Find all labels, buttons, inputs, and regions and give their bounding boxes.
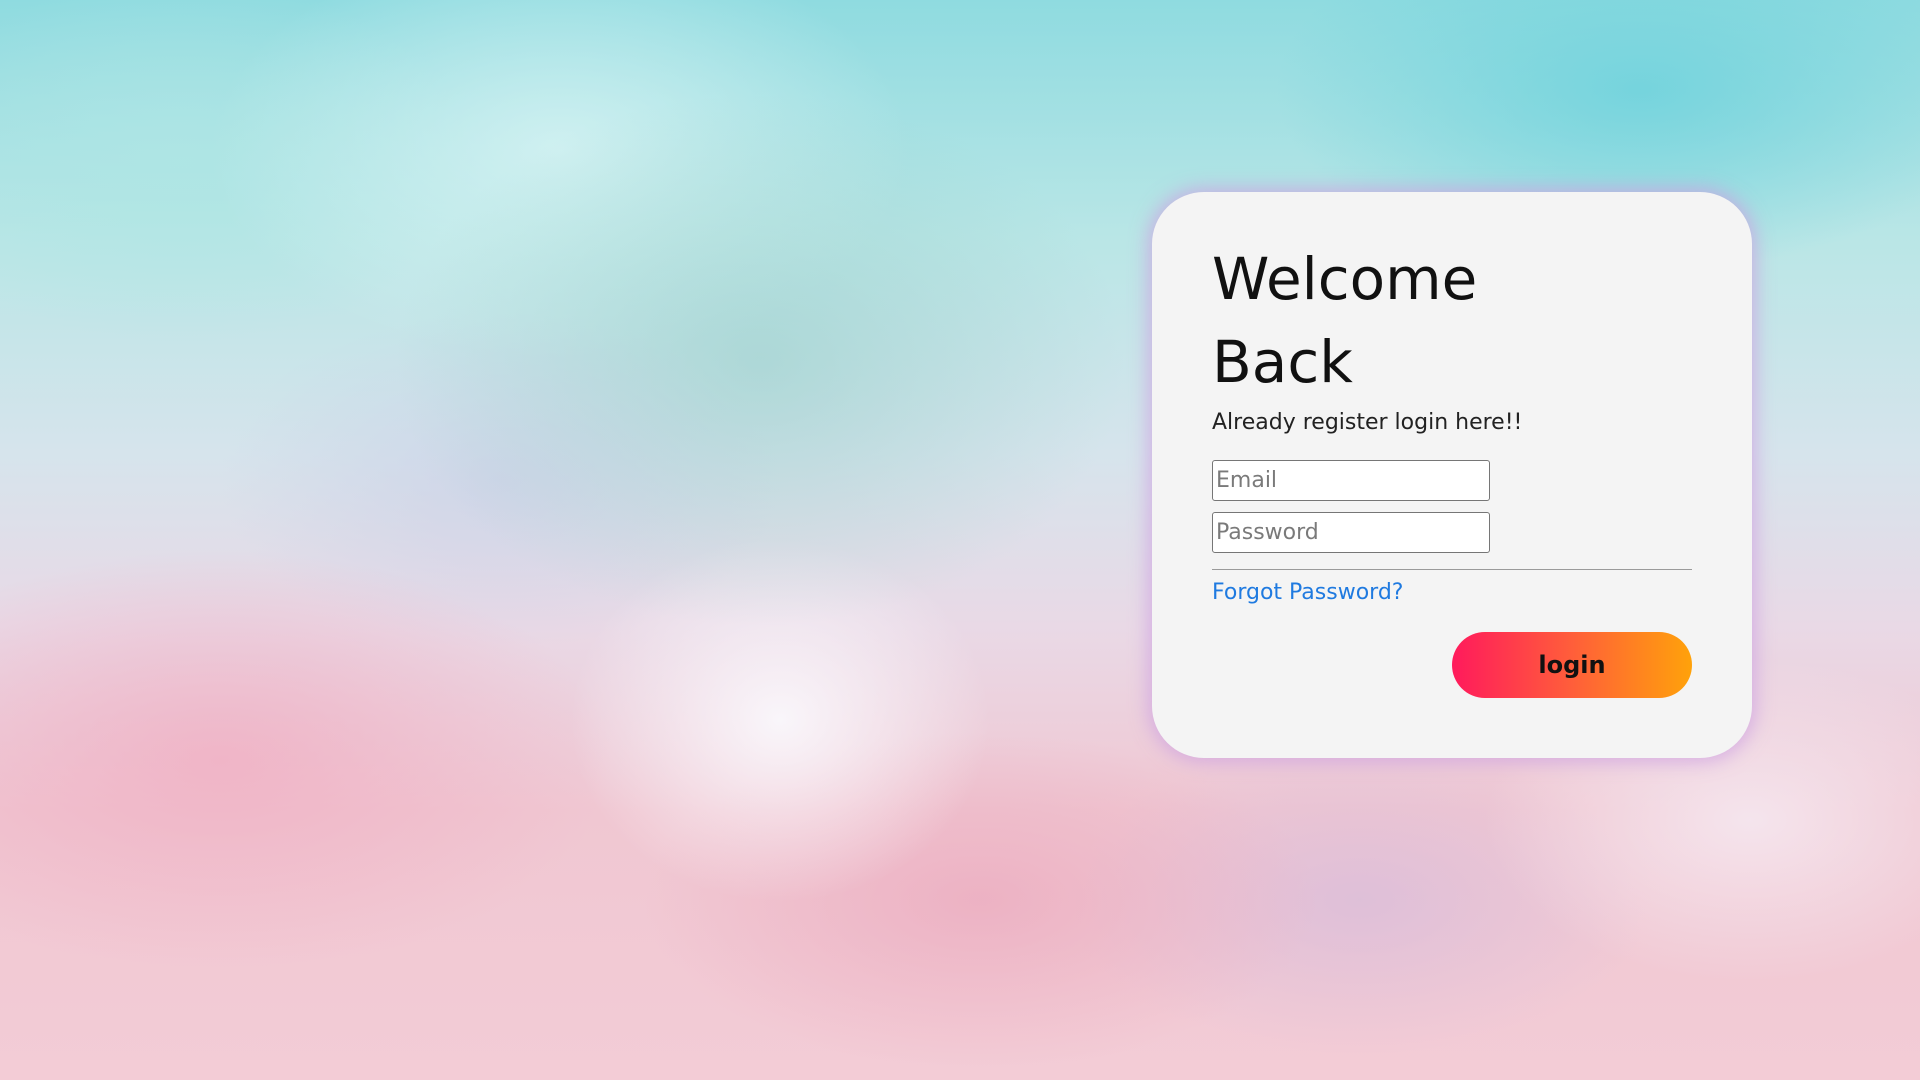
password-field[interactable] <box>1212 512 1490 553</box>
divider <box>1212 569 1692 570</box>
login-button[interactable]: login <box>1452 632 1692 698</box>
login-subtitle: Already register login here!! <box>1212 410 1523 435</box>
email-field[interactable] <box>1212 460 1490 501</box>
login-card: Welcome Back Already register login here… <box>1152 192 1752 758</box>
forgot-password-link[interactable]: Forgot Password? <box>1212 580 1403 605</box>
welcome-title: Welcome Back <box>1212 245 1478 396</box>
